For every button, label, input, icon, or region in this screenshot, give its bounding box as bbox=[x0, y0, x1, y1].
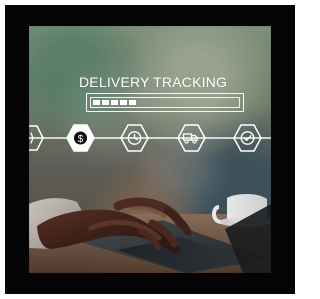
progress-segment bbox=[111, 100, 118, 105]
image-frame: $ DELIVERY TRACKING bbox=[5, 5, 295, 294]
delivery-timeline: $ bbox=[29, 124, 271, 152]
delivery-tracking-title: DELIVERY TRACKING bbox=[79, 74, 228, 90]
progress-segment bbox=[93, 100, 100, 105]
dollar-icon: $ bbox=[66, 124, 95, 152]
progress-segment bbox=[120, 100, 127, 105]
progress-fill bbox=[93, 100, 136, 105]
delivery-tracking-photo: $ DELIVERY TRACKING bbox=[29, 26, 271, 273]
progress-segment bbox=[102, 100, 109, 105]
progress-segment bbox=[129, 100, 136, 105]
svg-text:$: $ bbox=[78, 134, 84, 145]
